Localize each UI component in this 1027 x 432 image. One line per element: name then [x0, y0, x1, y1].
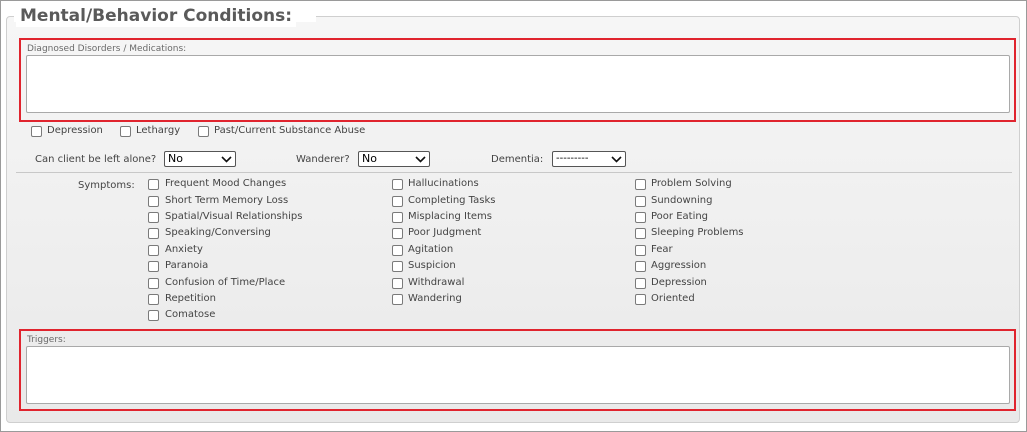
- symptom-label: Problem Solving: [651, 178, 732, 189]
- symptom-label: Aggression: [651, 260, 707, 271]
- symptom-checkbox[interactable]: [392, 294, 403, 305]
- symptom-label: Speaking/Conversing: [165, 227, 271, 238]
- symptom-checkbox[interactable]: [148, 196, 159, 207]
- symptom-checkbox[interactable]: [148, 245, 159, 256]
- symptom-label: Oriented: [651, 293, 695, 304]
- lethargy-label: Lethargy: [136, 125, 181, 136]
- symptom-checkbox[interactable]: [148, 212, 159, 223]
- symptom-checkbox[interactable]: [635, 228, 646, 239]
- dementia-label: Dementia:: [491, 154, 544, 165]
- lethargy-checkbox[interactable]: [120, 126, 131, 137]
- symptom-checkbox[interactable]: [148, 228, 159, 239]
- dementia-value: ---------: [556, 153, 589, 164]
- left-alone-select[interactable]: No: [164, 151, 236, 167]
- substance-abuse-label: Past/Current Substance Abuse: [214, 125, 366, 136]
- symptom-checkbox[interactable]: [392, 261, 403, 272]
- symptom-label: Paranoia: [165, 260, 209, 271]
- wanderer-select[interactable]: No: [358, 151, 430, 167]
- symptom-checkbox[interactable]: [635, 294, 646, 305]
- symptom-checkbox[interactable]: [148, 310, 159, 321]
- section-title: Mental/Behavior Conditions:: [16, 5, 297, 27]
- symptom-checkbox[interactable]: [148, 278, 159, 289]
- symptom-checkbox[interactable]: [635, 212, 646, 223]
- symptom-checkbox[interactable]: [392, 278, 403, 289]
- symptom-checkbox[interactable]: [635, 278, 646, 289]
- symptom-label: Hallucinations: [408, 178, 479, 189]
- symptom-label: Frequent Mood Changes: [165, 178, 287, 189]
- symptom-checkbox[interactable]: [392, 245, 403, 256]
- symptom-label: Sundowning: [651, 195, 713, 206]
- substance-abuse-checkbox[interactable]: [198, 126, 209, 137]
- symptom-label: Wandering: [408, 293, 462, 304]
- symptom-label: Completing Tasks: [408, 195, 496, 206]
- chevron-down-icon: [415, 156, 426, 163]
- symptom-checkbox[interactable]: [148, 179, 159, 190]
- symptom-label: Anxiety: [165, 244, 203, 255]
- symptom-checkbox[interactable]: [392, 196, 403, 207]
- symptom-checkbox[interactable]: [635, 245, 646, 256]
- left-alone-label: Can client be left alone?: [35, 154, 157, 165]
- triggers-label: Triggers:: [27, 335, 66, 345]
- symptom-label: Poor Judgment: [408, 227, 482, 238]
- chevron-down-icon: [221, 156, 232, 163]
- depression-label: Depression: [47, 125, 103, 136]
- chevron-down-icon: [611, 156, 622, 163]
- depression-checkbox[interactable]: [31, 126, 42, 137]
- symptom-label: Poor Eating: [651, 211, 709, 222]
- dementia-select[interactable]: ---------: [552, 151, 626, 167]
- symptom-checkbox[interactable]: [635, 179, 646, 190]
- symptom-label: Misplacing Items: [408, 211, 492, 222]
- wanderer-label: Wanderer?: [296, 154, 350, 165]
- symptom-label: Fear: [651, 244, 673, 255]
- left-alone-value: No: [168, 152, 183, 165]
- symptom-checkbox[interactable]: [392, 228, 403, 239]
- symptom-checkbox[interactable]: [392, 212, 403, 223]
- symptom-label: Comatose: [165, 309, 216, 320]
- symptom-checkbox[interactable]: [392, 179, 403, 190]
- symptoms-label: Symptoms:: [78, 180, 135, 191]
- symptom-label: Short Term Memory Loss: [165, 195, 289, 206]
- divider: [16, 172, 1012, 173]
- symptom-label: Depression: [651, 277, 707, 288]
- symptom-label: Confusion of Time/Place: [165, 277, 286, 288]
- wanderer-value: No: [362, 152, 377, 165]
- symptom-label: Withdrawal: [408, 277, 465, 288]
- symptom-label: Sleeping Problems: [651, 227, 744, 238]
- diagnosed-label: Diagnosed Disorders / Medications:: [27, 44, 187, 54]
- symptom-checkbox[interactable]: [148, 261, 159, 272]
- symptom-checkbox[interactable]: [635, 196, 646, 207]
- triggers-textarea[interactable]: [26, 346, 1010, 404]
- diagnosed-textarea[interactable]: [26, 55, 1010, 113]
- symptom-checkbox[interactable]: [635, 261, 646, 272]
- symptom-label: Spatial/Visual Relationships: [165, 211, 303, 222]
- symptom-checkbox[interactable]: [148, 294, 159, 305]
- symptom-label: Agitation: [408, 244, 454, 255]
- symptom-label: Repetition: [165, 293, 217, 304]
- symptom-label: Suspicion: [408, 260, 456, 271]
